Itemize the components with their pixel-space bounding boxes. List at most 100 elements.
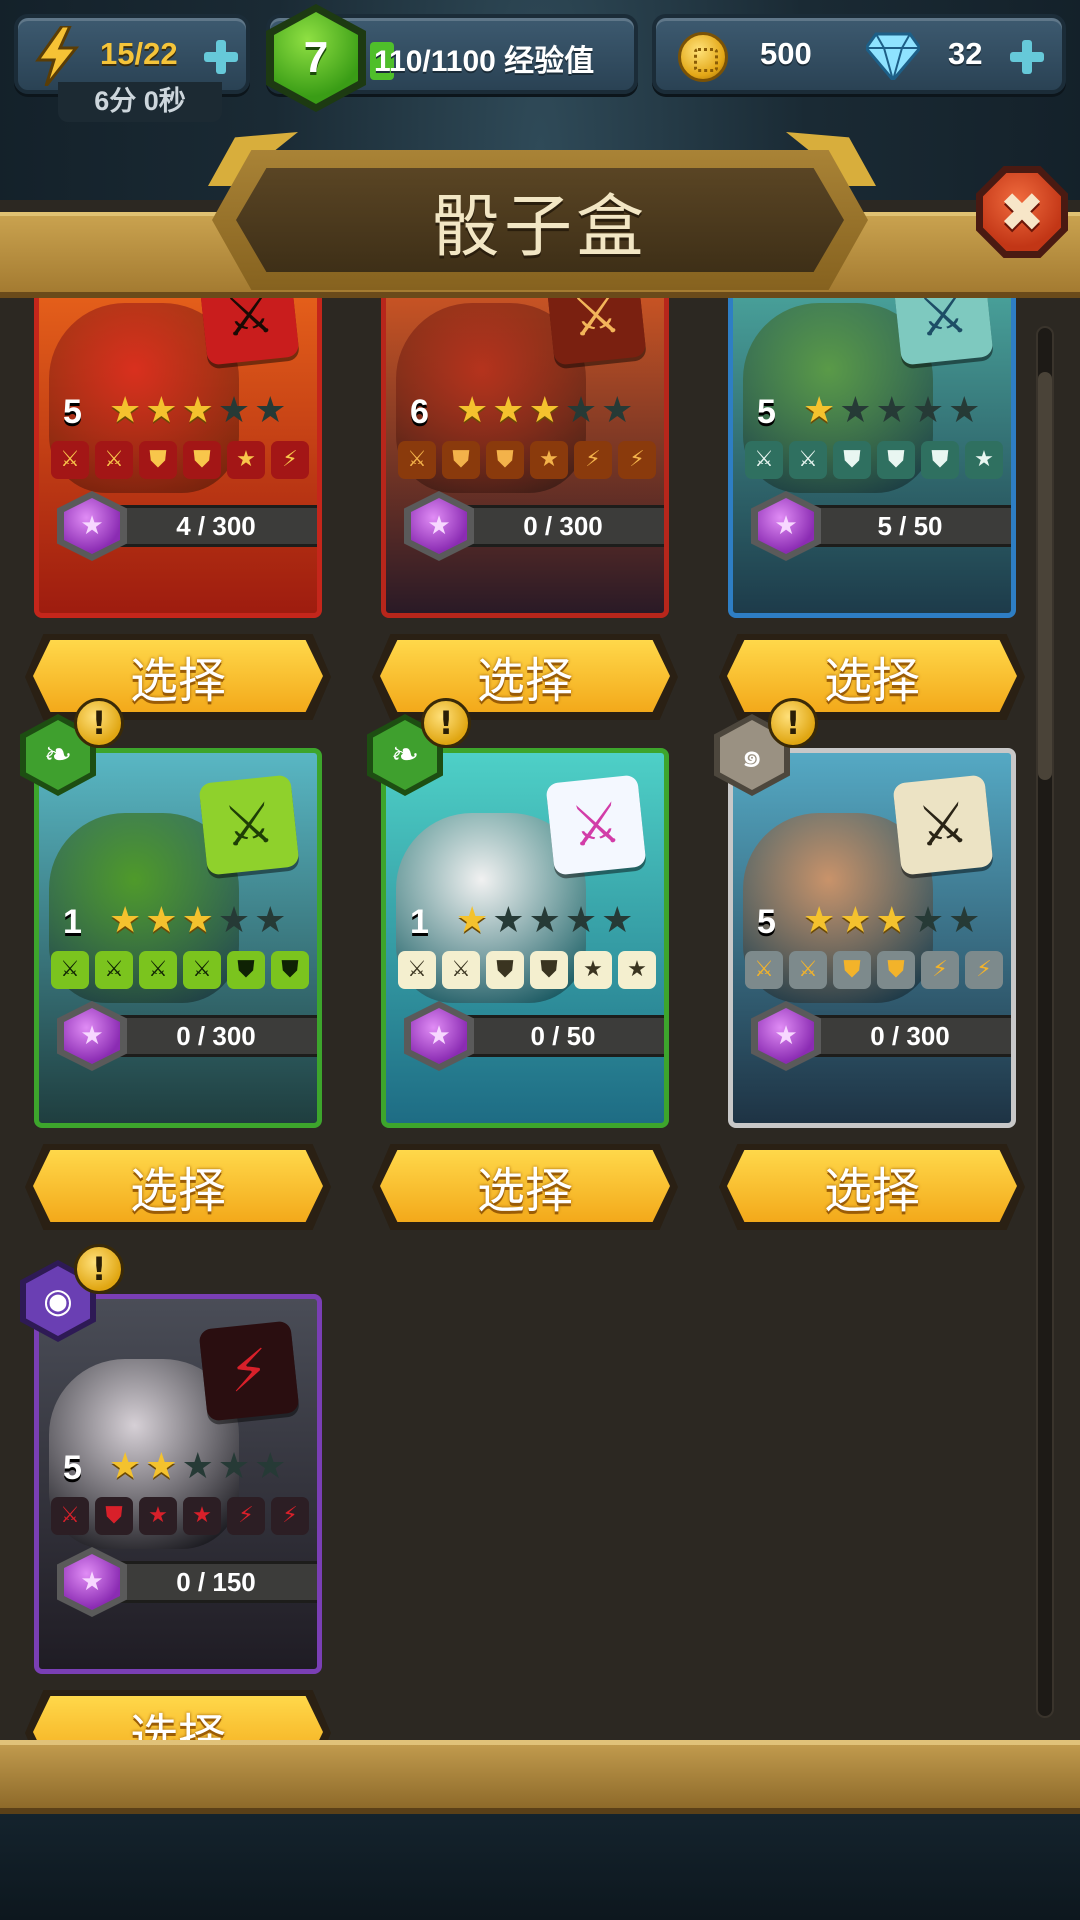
dice-faces: ⚔ ⚔ ⚔ ⚔ ⛊ ⛊ bbox=[51, 951, 309, 989]
star-icon: ★ bbox=[217, 1446, 251, 1487]
cards-scroll-area[interactable]: ⚔ 5 ★ ★ ★ ★ ★ ⚔ ⚔ ⛊ ⛊ ★ ⚡ 4 / 300 ★ 选择 ⚔ 6 ★ ★ ★ ★ ★ ⚔ ⛊ ⛊ ★ ⚡ ⚡ 0 / … bbox=[0, 298, 1036, 1740]
sword-icon: ⚔ bbox=[398, 441, 436, 479]
shield-icon: ⛊ bbox=[139, 441, 177, 479]
select-button-label: 选择 bbox=[380, 640, 670, 712]
hero-card-red-dragon[interactable]: ⚔ 5 ★ ★ ★ ★ ★ ⚔ ⚔ ⛊ ⛊ ★ ⚡ 4 / 300 ★ bbox=[34, 298, 322, 618]
card-progress: 4 / 300 bbox=[101, 505, 317, 547]
sword-icon: ⚔ bbox=[745, 951, 783, 989]
star-icon: ★ bbox=[875, 390, 908, 431]
shield-icon: ⛊ bbox=[442, 441, 480, 479]
scrollbar-thumb[interactable] bbox=[1038, 372, 1052, 780]
select-button-label: 选择 bbox=[727, 640, 1017, 712]
hero-card-old-wizard[interactable]: ⚔ 5 ★ ★ ★ ★ ★ ⚔ ⚔ ⛊ ⛊ ⚡ ⚡ 0 / 300 ★ bbox=[728, 748, 1016, 1128]
star-rating: ★ ★ ★ ★ ★ bbox=[456, 393, 633, 429]
star-rating: ★ ★ ★ ★ ★ bbox=[803, 393, 980, 429]
player-level-number: 7 bbox=[303, 33, 329, 82]
shield-icon: ⛊ bbox=[486, 951, 524, 989]
hero-card-vampire-jester[interactable]: ⚡ 5 ★ ★ ★ ★ ★ ⚔ ⛊ ★ ★ ⚡ ⚡ 0 / 150 ★ bbox=[34, 1294, 322, 1674]
card-progress: 0 / 150 bbox=[101, 1561, 317, 1603]
star-icon: ★ bbox=[492, 900, 525, 941]
star-icon: ★ bbox=[145, 900, 178, 941]
select-button-label: 选择 bbox=[33, 1696, 323, 1740]
shield-icon: ⛊ bbox=[833, 441, 871, 479]
star-icon: ★ bbox=[254, 900, 287, 941]
xp-text: 110/1100 经验值 bbox=[374, 45, 595, 78]
shield-icon: ⛊ bbox=[183, 441, 221, 479]
card-shard-icon: ★ bbox=[57, 491, 127, 561]
dice-faces: ⚔ ⚔ ⛊ ⛊ ⚡ ⚡ bbox=[745, 951, 1003, 989]
bolt-icon: ⚡ bbox=[574, 441, 612, 479]
add-currency-button[interactable] bbox=[1010, 40, 1044, 74]
add-energy-button[interactable] bbox=[204, 40, 238, 74]
shield-icon: ⛊ bbox=[486, 441, 524, 479]
star-icon: ★ bbox=[965, 441, 1003, 479]
card-shard-icon: ★ bbox=[57, 1547, 127, 1617]
bolt-icon: ⚡ bbox=[618, 441, 656, 479]
select-button[interactable]: 选择 bbox=[372, 1144, 678, 1230]
dialog-title-plate: 骰子盒 bbox=[236, 168, 844, 272]
card-progress: 0 / 300 bbox=[448, 505, 664, 547]
select-button[interactable]: 选择 bbox=[25, 634, 331, 720]
hero-level: 6 bbox=[410, 393, 429, 431]
star-icon: ★ bbox=[145, 1446, 178, 1487]
energy-timer: 6分 0秒 bbox=[58, 82, 222, 122]
sword-icon: ⚔ bbox=[51, 1497, 89, 1535]
sword-icon: ⚔ bbox=[51, 441, 89, 479]
shield-icon: ⛊ bbox=[271, 951, 309, 989]
hero-level: 5 bbox=[757, 903, 776, 941]
hero-dice-icon: ⚔ bbox=[198, 298, 300, 366]
star-icon: ★ bbox=[564, 900, 598, 941]
star-icon: ★ bbox=[139, 1497, 177, 1535]
hero-level: 5 bbox=[757, 393, 776, 431]
star-icon: ★ bbox=[109, 1446, 142, 1487]
star-icon: ★ bbox=[911, 900, 945, 941]
dialog-footer-bar bbox=[0, 1740, 1080, 1814]
hero-card-lava-golem[interactable]: ⚔ 6 ★ ★ ★ ★ ★ ⚔ ⛊ ⛊ ★ ⚡ ⚡ 0 / 300 ★ bbox=[381, 298, 669, 618]
star-icon: ★ bbox=[601, 900, 634, 941]
dice-faces: ⚔ ⚔ ⛊ ⛊ ★ ★ bbox=[398, 951, 656, 989]
select-button[interactable]: 选择 bbox=[372, 634, 678, 720]
star-icon: ★ bbox=[528, 390, 561, 431]
select-button[interactable]: 选择 bbox=[719, 1144, 1025, 1230]
sword-icon: ⚔ bbox=[745, 441, 783, 479]
star-icon: ★ bbox=[948, 390, 981, 431]
sword-icon: ⚔ bbox=[51, 951, 89, 989]
shield-icon: ⛊ bbox=[530, 951, 568, 989]
card-shard-icon: ★ bbox=[404, 491, 474, 561]
star-icon: ★ bbox=[217, 900, 251, 941]
shield-icon: ⛊ bbox=[227, 951, 265, 989]
sword-icon: ⚔ bbox=[95, 441, 133, 479]
star-icon: ★ bbox=[530, 441, 568, 479]
dice-faces: ⚔ ⛊ ⛊ ★ ⚡ ⚡ bbox=[398, 441, 656, 479]
star-icon: ★ bbox=[145, 390, 178, 431]
hero-dice-icon: ⚔ bbox=[545, 774, 647, 876]
card-progress: 0 / 300 bbox=[795, 1015, 1011, 1057]
sword-icon: ⚔ bbox=[95, 951, 133, 989]
star-rating: ★ ★ ★ ★ ★ bbox=[109, 1449, 286, 1485]
select-button-label: 选择 bbox=[727, 1150, 1017, 1222]
dice-faces: ⚔ ⚔ ⛊ ⛊ ⛊ ★ bbox=[745, 441, 1003, 479]
star-rating: ★ ★ ★ ★ ★ bbox=[803, 903, 980, 939]
bolt-icon: ⚡ bbox=[965, 951, 1003, 989]
select-button[interactable]: 选择 bbox=[25, 1144, 331, 1230]
card-progress: 0 / 50 bbox=[448, 1015, 664, 1057]
hero-dice-icon: ⚔ bbox=[892, 774, 994, 876]
star-icon: ★ bbox=[839, 900, 872, 941]
star-icon: ★ bbox=[574, 951, 612, 989]
card-shard-icon: ★ bbox=[404, 1001, 474, 1071]
star-rating: ★ ★ ★ ★ ★ bbox=[456, 903, 633, 939]
star-icon: ★ bbox=[492, 390, 525, 431]
gem-value: 32 bbox=[948, 36, 983, 71]
hero-card-orc-warrior[interactable]: ⚔ 1 ★ ★ ★ ★ ★ ⚔ ⚔ ⚔ ⚔ ⛊ ⛊ 0 / 300 ★ bbox=[34, 748, 322, 1128]
star-icon: ★ bbox=[181, 900, 214, 941]
hero-card-unicorn[interactable]: ⚔ 1 ★ ★ ★ ★ ★ ⚔ ⚔ ⛊ ⛊ ★ ★ 0 / 50 ★ bbox=[381, 748, 669, 1128]
select-button[interactable]: 选择 bbox=[25, 1690, 331, 1740]
energy-value: 15/22 bbox=[100, 36, 178, 71]
lightning-bolt-icon bbox=[35, 26, 80, 86]
star-icon: ★ bbox=[456, 900, 489, 941]
hero-card-frog-beast[interactable]: ⚔ 5 ★ ★ ★ ★ ★ ⚔ ⚔ ⛊ ⛊ ⛊ ★ 5 / 50 ★ bbox=[728, 298, 1016, 618]
select-button[interactable]: 选择 bbox=[719, 634, 1025, 720]
coin-value: 500 bbox=[760, 36, 812, 71]
card-progress: 5 / 50 bbox=[795, 505, 1011, 547]
star-icon: ★ bbox=[528, 900, 561, 941]
